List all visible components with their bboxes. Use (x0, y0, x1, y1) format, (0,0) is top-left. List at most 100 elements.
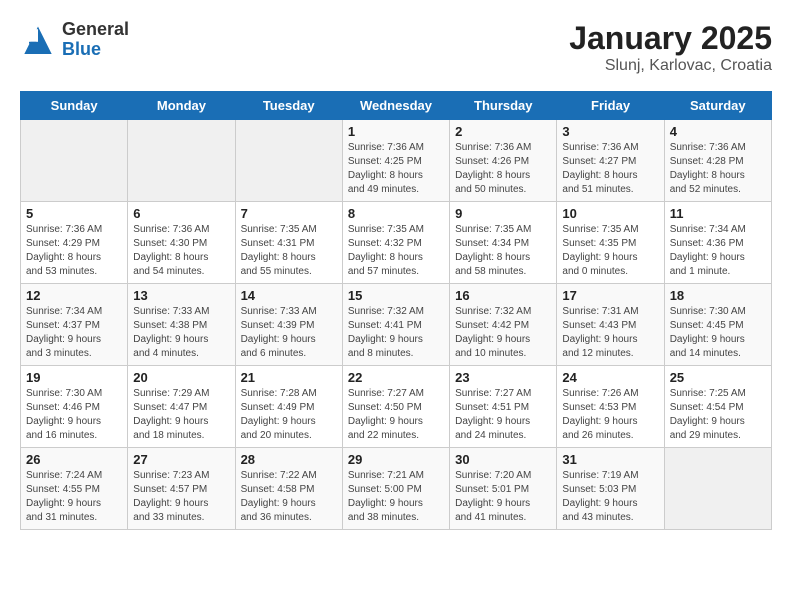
day-detail: Sunrise: 7:22 AM Sunset: 4:58 PM Dayligh… (241, 469, 337, 525)
month-title: January 2025 (569, 20, 772, 57)
day-detail: Sunrise: 7:35 AM Sunset: 4:32 PM Dayligh… (348, 223, 444, 279)
day-number: 27 (133, 452, 229, 467)
weekday-header-friday: Friday (557, 92, 664, 120)
calendar-cell: 30 Sunrise: 7:20 AM Sunset: 5:01 PM Dayli… (450, 448, 557, 530)
day-number: 21 (241, 370, 337, 385)
calendar-week-row: 19Sunrise: 7:30 AM Sunset: 4:46 PM Dayli… (21, 366, 772, 448)
day-number: 12 (26, 288, 122, 303)
calendar-cell: 20 Sunrise: 7:29 AM Sunset: 4:47 PM Dayli… (128, 366, 235, 448)
weekday-header-wednesday: Wednesday (342, 92, 449, 120)
day-detail: Sunrise: 7:25 AM Sunset: 4:54 PM Dayligh… (670, 387, 766, 443)
day-detail: Sunrise: 7:34 AM Sunset: 4:37 PM Dayligh… (26, 305, 122, 361)
calendar-cell: 12 Sunrise: 7:34 AM Sunset: 4:37 PM Dayli… (21, 284, 128, 366)
calendar-week-row: 1Sunrise: 7:36 AM Sunset: 4:25 PM Daylig… (21, 120, 772, 202)
day-detail: Sunrise: 7:27 AM Sunset: 4:51 PM Dayligh… (455, 387, 551, 443)
day-number: 1 (348, 124, 444, 139)
calendar-cell: 3 Sunrise: 7:36 AM Sunset: 4:27 PM Daylig… (557, 120, 664, 202)
calendar-week-row: 12 Sunrise: 7:34 AM Sunset: 4:37 PM Dayli… (21, 284, 772, 366)
day-detail: Sunrise: 7:26 AM Sunset: 4:53 PM Dayligh… (562, 387, 658, 443)
calendar-cell: 9Sunrise: 7:35 AM Sunset: 4:34 PM Daylig… (450, 202, 557, 284)
calendar-cell: 24 Sunrise: 7:26 AM Sunset: 4:53 PM Dayli… (557, 366, 664, 448)
day-detail: Sunrise: 7:21 AM Sunset: 5:00 PM Dayligh… (348, 469, 444, 525)
calendar-cell: 28 Sunrise: 7:22 AM Sunset: 4:58 PM Dayli… (235, 448, 342, 530)
day-detail: Sunrise: 7:28 AM Sunset: 4:49 PM Dayligh… (241, 387, 337, 443)
weekday-header-row: SundayMondayTuesdayWednesdayThursdayFrid… (21, 92, 772, 120)
day-detail: Sunrise: 7:36 AM Sunset: 4:30 PM Dayligh… (133, 223, 229, 279)
day-detail: Sunrise: 7:36 AM Sunset: 4:29 PM Dayligh… (26, 223, 122, 279)
calendar-cell: 13 Sunrise: 7:33 AM Sunset: 4:38 PM Dayli… (128, 284, 235, 366)
calendar-cell: 25 Sunrise: 7:25 AM Sunset: 4:54 PM Dayli… (664, 366, 771, 448)
day-number: 25 (670, 370, 766, 385)
calendar-week-row: 5 Sunrise: 7:36 AM Sunset: 4:29 PM Daylig… (21, 202, 772, 284)
page-header: General Blue January 2025 Slunj, Karlova… (20, 20, 772, 75)
day-number: 29 (348, 452, 444, 467)
calendar-cell: 29 Sunrise: 7:21 AM Sunset: 5:00 PM Dayli… (342, 448, 449, 530)
day-number: 13 (133, 288, 229, 303)
day-detail: Sunrise: 7:33 AM Sunset: 4:39 PM Dayligh… (241, 305, 337, 361)
day-detail: Sunrise: 7:36 AM Sunset: 4:28 PM Dayligh… (670, 141, 766, 197)
day-detail: Sunrise: 7:19 AM Sunset: 5:03 PM Dayligh… (562, 469, 658, 525)
day-number: 16 (455, 288, 551, 303)
weekday-header-sunday: Sunday (21, 92, 128, 120)
day-detail: Sunrise: 7:36 AM Sunset: 4:27 PM Dayligh… (562, 141, 658, 197)
day-number: 10 (562, 206, 658, 221)
calendar-cell: 4 Sunrise: 7:36 AM Sunset: 4:28 PM Daylig… (664, 120, 771, 202)
day-number: 28 (241, 452, 337, 467)
calendar-cell: 21 Sunrise: 7:28 AM Sunset: 4:49 PM Dayli… (235, 366, 342, 448)
day-detail: Sunrise: 7:30 AM Sunset: 4:45 PM Dayligh… (670, 305, 766, 361)
day-detail: Sunrise: 7:24 AM Sunset: 4:55 PM Dayligh… (26, 469, 122, 525)
day-number: 2 (455, 124, 551, 139)
calendar-cell: 31Sunrise: 7:19 AM Sunset: 5:03 PM Dayli… (557, 448, 664, 530)
day-detail: Sunrise: 7:34 AM Sunset: 4:36 PM Dayligh… (670, 223, 766, 279)
calendar-cell: 16 Sunrise: 7:32 AM Sunset: 4:42 PM Dayli… (450, 284, 557, 366)
logo-icon (20, 22, 56, 58)
day-number: 15 (348, 288, 444, 303)
logo-text: General Blue (62, 20, 129, 60)
calendar-cell: 5 Sunrise: 7:36 AM Sunset: 4:29 PM Daylig… (21, 202, 128, 284)
day-detail: Sunrise: 7:27 AM Sunset: 4:50 PM Dayligh… (348, 387, 444, 443)
calendar-cell (235, 120, 342, 202)
calendar-cell: 10Sunrise: 7:35 AM Sunset: 4:35 PM Dayli… (557, 202, 664, 284)
day-number: 30 (455, 452, 551, 467)
calendar-cell: 18Sunrise: 7:30 AM Sunset: 4:45 PM Dayli… (664, 284, 771, 366)
day-number: 11 (670, 206, 766, 221)
day-detail: Sunrise: 7:29 AM Sunset: 4:47 PM Dayligh… (133, 387, 229, 443)
day-number: 4 (670, 124, 766, 139)
calendar-cell (128, 120, 235, 202)
day-number: 6 (133, 206, 229, 221)
day-number: 3 (562, 124, 658, 139)
calendar-cell: 17Sunrise: 7:31 AM Sunset: 4:43 PM Dayli… (557, 284, 664, 366)
calendar-cell: 23 Sunrise: 7:27 AM Sunset: 4:51 PM Dayli… (450, 366, 557, 448)
day-detail: Sunrise: 7:32 AM Sunset: 4:41 PM Dayligh… (348, 305, 444, 361)
calendar-cell: 22 Sunrise: 7:27 AM Sunset: 4:50 PM Dayli… (342, 366, 449, 448)
logo: General Blue (20, 20, 129, 60)
calendar-cell: 27Sunrise: 7:23 AM Sunset: 4:57 PM Dayli… (128, 448, 235, 530)
calendar-cell: 11 Sunrise: 7:34 AM Sunset: 4:36 PM Dayli… (664, 202, 771, 284)
day-detail: Sunrise: 7:20 AM Sunset: 5:01 PM Dayligh… (455, 469, 551, 525)
day-number: 20 (133, 370, 229, 385)
location-subtitle: Slunj, Karlovac, Croatia (569, 57, 772, 75)
day-number: 26 (26, 452, 122, 467)
day-detail: Sunrise: 7:31 AM Sunset: 4:43 PM Dayligh… (562, 305, 658, 361)
day-detail: Sunrise: 7:33 AM Sunset: 4:38 PM Dayligh… (133, 305, 229, 361)
calendar-cell (664, 448, 771, 530)
day-detail: Sunrise: 7:32 AM Sunset: 4:42 PM Dayligh… (455, 305, 551, 361)
logo-general-text: General (62, 20, 129, 40)
day-number: 7 (241, 206, 337, 221)
calendar-body: 1Sunrise: 7:36 AM Sunset: 4:25 PM Daylig… (21, 120, 772, 530)
day-number: 22 (348, 370, 444, 385)
weekday-header-tuesday: Tuesday (235, 92, 342, 120)
day-number: 9 (455, 206, 551, 221)
day-number: 24 (562, 370, 658, 385)
day-detail: Sunrise: 7:36 AM Sunset: 4:26 PM Dayligh… (455, 141, 551, 197)
calendar-week-row: 26 Sunrise: 7:24 AM Sunset: 4:55 PM Dayli… (21, 448, 772, 530)
calendar-cell (21, 120, 128, 202)
calendar-cell: 19Sunrise: 7:30 AM Sunset: 4:46 PM Dayli… (21, 366, 128, 448)
day-number: 23 (455, 370, 551, 385)
day-detail: Sunrise: 7:30 AM Sunset: 4:46 PM Dayligh… (26, 387, 122, 443)
day-number: 5 (26, 206, 122, 221)
calendar-cell: 15 Sunrise: 7:32 AM Sunset: 4:41 PM Dayli… (342, 284, 449, 366)
title-block: January 2025 Slunj, Karlovac, Croatia (569, 20, 772, 75)
day-detail: Sunrise: 7:35 AM Sunset: 4:31 PM Dayligh… (241, 223, 337, 279)
calendar-cell: 6 Sunrise: 7:36 AM Sunset: 4:30 PM Daylig… (128, 202, 235, 284)
